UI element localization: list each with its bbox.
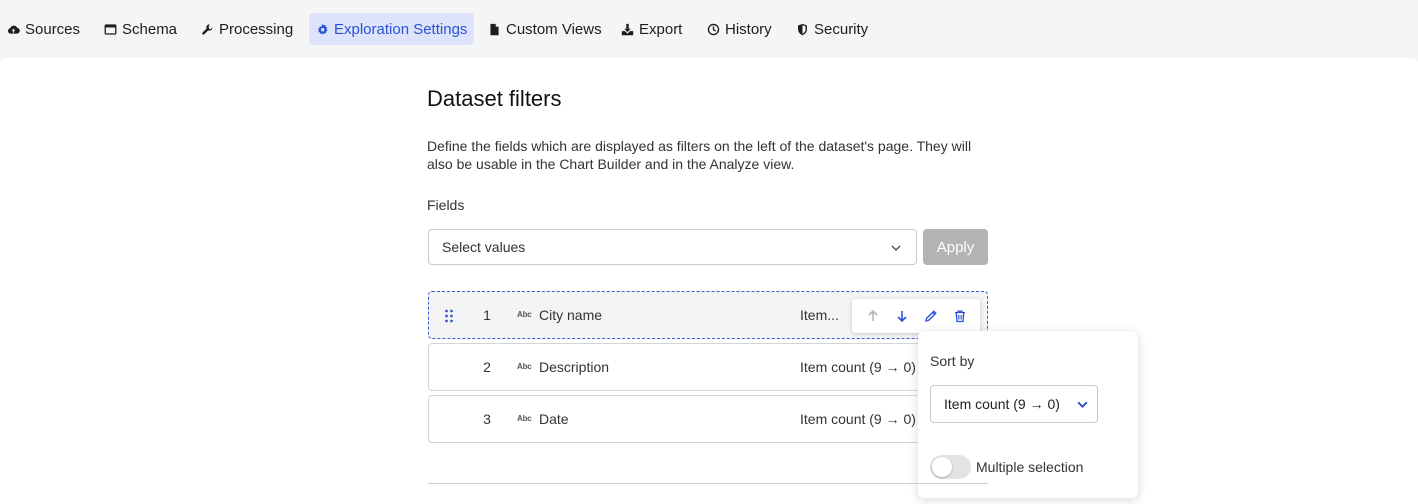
wrench-icon bbox=[202, 23, 213, 35]
cloud-upload-icon bbox=[8, 25, 20, 34]
filter-row[interactable]: 3 Abc Date Item count (9 → 0) bbox=[428, 395, 988, 443]
chevron-down-icon bbox=[1077, 401, 1088, 409]
move-down-button[interactable] bbox=[891, 305, 913, 327]
fields-select[interactable]: Select values bbox=[428, 229, 917, 265]
filter-row[interactable]: 2 Abc Description Item count (9 → 0) bbox=[428, 343, 988, 391]
drag-handle-icon[interactable] bbox=[444, 309, 454, 323]
filter-name: City name bbox=[539, 307, 603, 323]
sort-by-select[interactable]: Item count (9 → 0) bbox=[930, 385, 1098, 423]
tab-label: Schema bbox=[122, 20, 178, 38]
move-up-button[interactable] bbox=[862, 305, 884, 327]
fields-select-placeholder: Select values bbox=[442, 239, 526, 255]
file-icon bbox=[490, 23, 499, 35]
tab-label: Processing bbox=[219, 20, 294, 38]
tab-schema[interactable]: Schema bbox=[97, 13, 184, 45]
filter-index: 2 bbox=[483, 359, 491, 375]
text-type-icon: Abc bbox=[517, 362, 532, 371]
delete-button[interactable] bbox=[949, 305, 971, 327]
sort-by-label: Sort by bbox=[930, 353, 975, 369]
filter-sort: Item... bbox=[800, 307, 839, 323]
arrow-up-icon bbox=[867, 309, 878, 321]
multiple-selection-toggle[interactable] bbox=[930, 455, 971, 479]
tab-custom-views[interactable]: Custom Views bbox=[481, 13, 609, 45]
chevron-down-icon bbox=[891, 245, 901, 252]
tab-label: Exploration Settings bbox=[334, 20, 468, 38]
row-actions-toolbar bbox=[852, 299, 980, 333]
tab-label: Sources bbox=[25, 20, 81, 38]
text-type-icon: Abc bbox=[517, 414, 532, 423]
pencil-icon bbox=[924, 310, 937, 322]
filter-name: Description bbox=[539, 359, 610, 375]
shield-icon bbox=[798, 23, 807, 35]
apply-button[interactable]: Apply bbox=[923, 229, 988, 265]
tab-sources[interactable]: Sources bbox=[0, 13, 87, 45]
multiple-selection-label: Multiple selection bbox=[976, 459, 1084, 475]
filter-name: Date bbox=[539, 411, 569, 427]
download-icon bbox=[621, 23, 634, 35]
fields-label: Fields bbox=[427, 197, 465, 213]
trash-icon bbox=[954, 310, 965, 323]
text-type-icon: Abc bbox=[517, 310, 532, 319]
tab-exploration-settings[interactable]: Exploration Settings bbox=[309, 13, 475, 45]
filter-index: 1 bbox=[483, 307, 491, 323]
arrow-down-icon bbox=[896, 311, 907, 323]
tab-export[interactable]: Export bbox=[614, 13, 689, 45]
window-icon bbox=[104, 23, 117, 35]
page-title: Dataset filters bbox=[427, 86, 562, 111]
tab-security[interactable]: Security bbox=[789, 13, 875, 45]
sort-by-value: Item count (9 → 0) bbox=[944, 396, 1060, 412]
filter-index: 3 bbox=[483, 411, 491, 427]
tab-history[interactable]: History bbox=[700, 13, 779, 45]
toggle-knob bbox=[932, 457, 952, 477]
tab-label: Custom Views bbox=[506, 20, 602, 38]
tab-processing[interactable]: Processing bbox=[194, 13, 300, 45]
top-navigation: Sources Schema Processing Exploration Se… bbox=[0, 0, 1418, 58]
filter-settings-popover: Sort by Item count (9 → 0) Multiple sele… bbox=[918, 331, 1138, 498]
tab-label: Security bbox=[814, 20, 869, 38]
divider bbox=[428, 483, 988, 484]
tab-label: History bbox=[725, 20, 772, 38]
filter-sort: Item count (9 → 0) bbox=[800, 359, 916, 375]
gear-icon bbox=[317, 23, 328, 35]
edit-button[interactable] bbox=[920, 305, 942, 327]
tab-label: Export bbox=[639, 20, 683, 38]
clock-icon bbox=[707, 23, 720, 35]
page-description: Define the fields which are displayed as… bbox=[427, 138, 972, 172]
filter-sort: Item count (9 → 0) bbox=[800, 411, 916, 427]
